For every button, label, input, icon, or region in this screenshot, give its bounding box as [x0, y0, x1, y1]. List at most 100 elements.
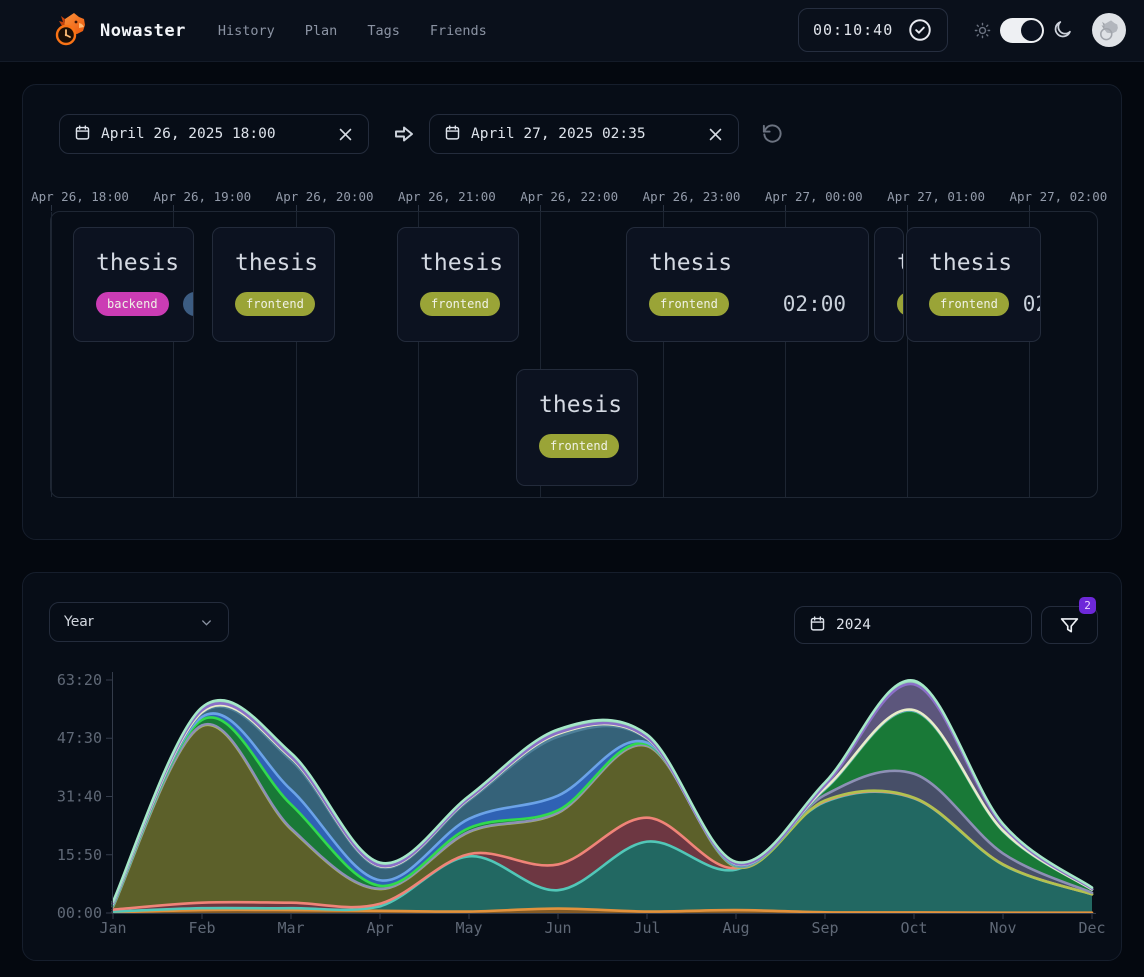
calendar-icon — [74, 124, 91, 145]
hour-tick — [1029, 205, 1030, 211]
timer-value: 00:10:40 — [813, 21, 893, 39]
x-tick-label: Feb — [188, 919, 215, 937]
session-meta: frontend — [420, 292, 496, 316]
theme-toggle-knob — [1021, 20, 1042, 41]
year-picker[interactable]: 2024 — [794, 606, 1032, 644]
y-tick-label: 47:30 — [57, 729, 102, 747]
session-card[interactable]: thesis frontend 02:00 — [626, 227, 869, 342]
session-title: thesis — [96, 250, 193, 276]
session-tag-frontend[interactable]: frontend — [235, 292, 315, 316]
x-tick-label: Jan — [99, 919, 126, 937]
x-tick-label: Mar — [277, 919, 304, 937]
session-tag-frontend[interactable]: frontend — [649, 292, 729, 316]
x-tick-label: Dec — [1078, 919, 1105, 937]
hour-label: Apr 26, 18:00 — [31, 189, 129, 204]
session-duration: 02:35 — [1023, 292, 1041, 316]
start-date-value: April 26, 2025 18:00 — [101, 126, 276, 142]
calendar-icon — [809, 615, 826, 636]
timer-widget[interactable]: 00:10:40 — [798, 8, 948, 52]
hour-label: Apr 26, 19:00 — [153, 189, 251, 204]
navbar: Nowaster History Plan Tags Friends 00:10:40 — [0, 0, 1144, 62]
session-card[interactable]: thesisbackendda — [73, 227, 194, 342]
x-tick-label: Sep — [811, 919, 838, 937]
session-title: thesis — [420, 250, 518, 276]
session-title: thesis — [649, 250, 868, 276]
group-by-select[interactable]: Year — [49, 602, 229, 642]
hour-label: Apr 27, 01:00 — [887, 189, 985, 204]
session-card[interactable]: thesis frontend — [397, 227, 519, 342]
hour-tick — [785, 205, 786, 211]
moon-icon — [1052, 19, 1073, 44]
group-by-value: Year — [64, 614, 94, 630]
hour-tick — [51, 205, 52, 211]
x-tick-label: Jun — [544, 919, 571, 937]
clear-start-date-icon[interactable] — [337, 126, 354, 143]
session-card[interactable]: thesis frontend — [212, 227, 335, 342]
hour-label: Apr 26, 23:00 — [643, 189, 741, 204]
x-tick-label: Oct — [900, 919, 927, 937]
y-tick-label: 00:00 — [57, 904, 102, 922]
session-title: thesis — [235, 250, 334, 276]
x-tick-label: Aug — [722, 919, 749, 937]
funnel-icon — [1059, 615, 1080, 636]
session-card[interactable]: thesis frontend — [874, 227, 904, 342]
hour-tick — [663, 205, 664, 211]
session-tag-frontend[interactable]: frontend — [539, 434, 619, 458]
user-avatar[interactable] — [1092, 13, 1126, 47]
chevron-down-icon — [199, 615, 214, 630]
hour-label: Apr 26, 20:00 — [276, 189, 374, 204]
filter-count-badge: 2 — [1079, 597, 1096, 614]
x-tick-label: Apr — [366, 919, 393, 937]
sun-icon — [974, 22, 991, 43]
session-title: thesis — [897, 250, 903, 276]
nav-link-friends[interactable]: Friends — [430, 23, 487, 39]
session-tag-frontend[interactable]: frontend — [420, 292, 500, 316]
app-page: Nowaster History Plan Tags Friends 00:10:40 — [0, 0, 1144, 977]
timeline-panel: April 26, 2025 18:00 April 27, 2025 02:3… — [22, 84, 1122, 540]
hour-label: Apr 27, 02:00 — [1009, 189, 1107, 204]
y-tick-label: 15:50 — [57, 846, 102, 864]
nowaster-lion-logo-icon — [52, 10, 90, 52]
y-tick-label: 63:20 — [57, 671, 102, 689]
timeline-hour-labels: Apr 26, 18:00 Apr 26, 19:00 Apr 26, 20:00 A… — [23, 189, 1123, 205]
arrow-right-icon — [392, 122, 416, 146]
session-duration: 02:00 — [783, 292, 846, 316]
x-tick-label: Jul — [633, 919, 660, 937]
end-date-picker[interactable]: April 27, 2025 02:35 — [429, 114, 739, 154]
session-tag-backend[interactable]: backend — [96, 292, 169, 316]
check-circle-icon[interactable] — [907, 17, 933, 43]
hour-tick — [907, 205, 908, 211]
hour-label: Apr 26, 22:00 — [520, 189, 618, 204]
hour-label: Apr 26, 21:00 — [398, 189, 496, 204]
theme-toggle[interactable] — [1000, 18, 1044, 43]
brand[interactable]: Nowaster — [52, 10, 186, 52]
nav-link-plan[interactable]: Plan — [305, 23, 338, 39]
session-tag-frontend[interactable]: frontend — [897, 292, 904, 316]
session-card[interactable]: thesisfrontend02:35 — [906, 227, 1041, 342]
session-meta: frontend02:35 — [929, 292, 1018, 316]
hour-tick — [418, 205, 419, 211]
clear-end-date-icon[interactable] — [707, 126, 724, 143]
x-tick-label: May — [455, 919, 482, 937]
hour-tick — [296, 205, 297, 211]
brand-title: Nowaster — [100, 21, 186, 41]
hour-label: Apr 27, 00:00 — [765, 189, 863, 204]
end-date-value: April 27, 2025 02:35 — [471, 126, 646, 142]
stats-stacked-area-chart: 00:0015:5031:4047:3063:20JanFebMarAprMay… — [0, 660, 1144, 977]
session-meta: frontend 02:00 — [649, 292, 846, 316]
hour-tick — [173, 205, 174, 211]
nav-links: History Plan Tags Friends — [218, 23, 487, 39]
session-meta: frontend — [539, 434, 615, 458]
nav-link-tags[interactable]: Tags — [367, 23, 400, 39]
x-tick-label: Nov — [989, 919, 1016, 937]
reset-range-icon[interactable] — [761, 122, 784, 145]
session-tag-da[interactable]: da — [183, 292, 194, 316]
session-tag-frontend[interactable]: frontend — [929, 292, 1009, 316]
year-value: 2024 — [836, 617, 871, 633]
session-card[interactable]: thesisfrontend — [516, 369, 638, 486]
start-date-picker[interactable]: April 26, 2025 18:00 — [59, 114, 369, 154]
calendar-icon — [444, 124, 461, 145]
nav-link-history[interactable]: History — [218, 23, 275, 39]
session-meta: backendda — [96, 292, 171, 316]
hour-gridline — [51, 212, 52, 497]
